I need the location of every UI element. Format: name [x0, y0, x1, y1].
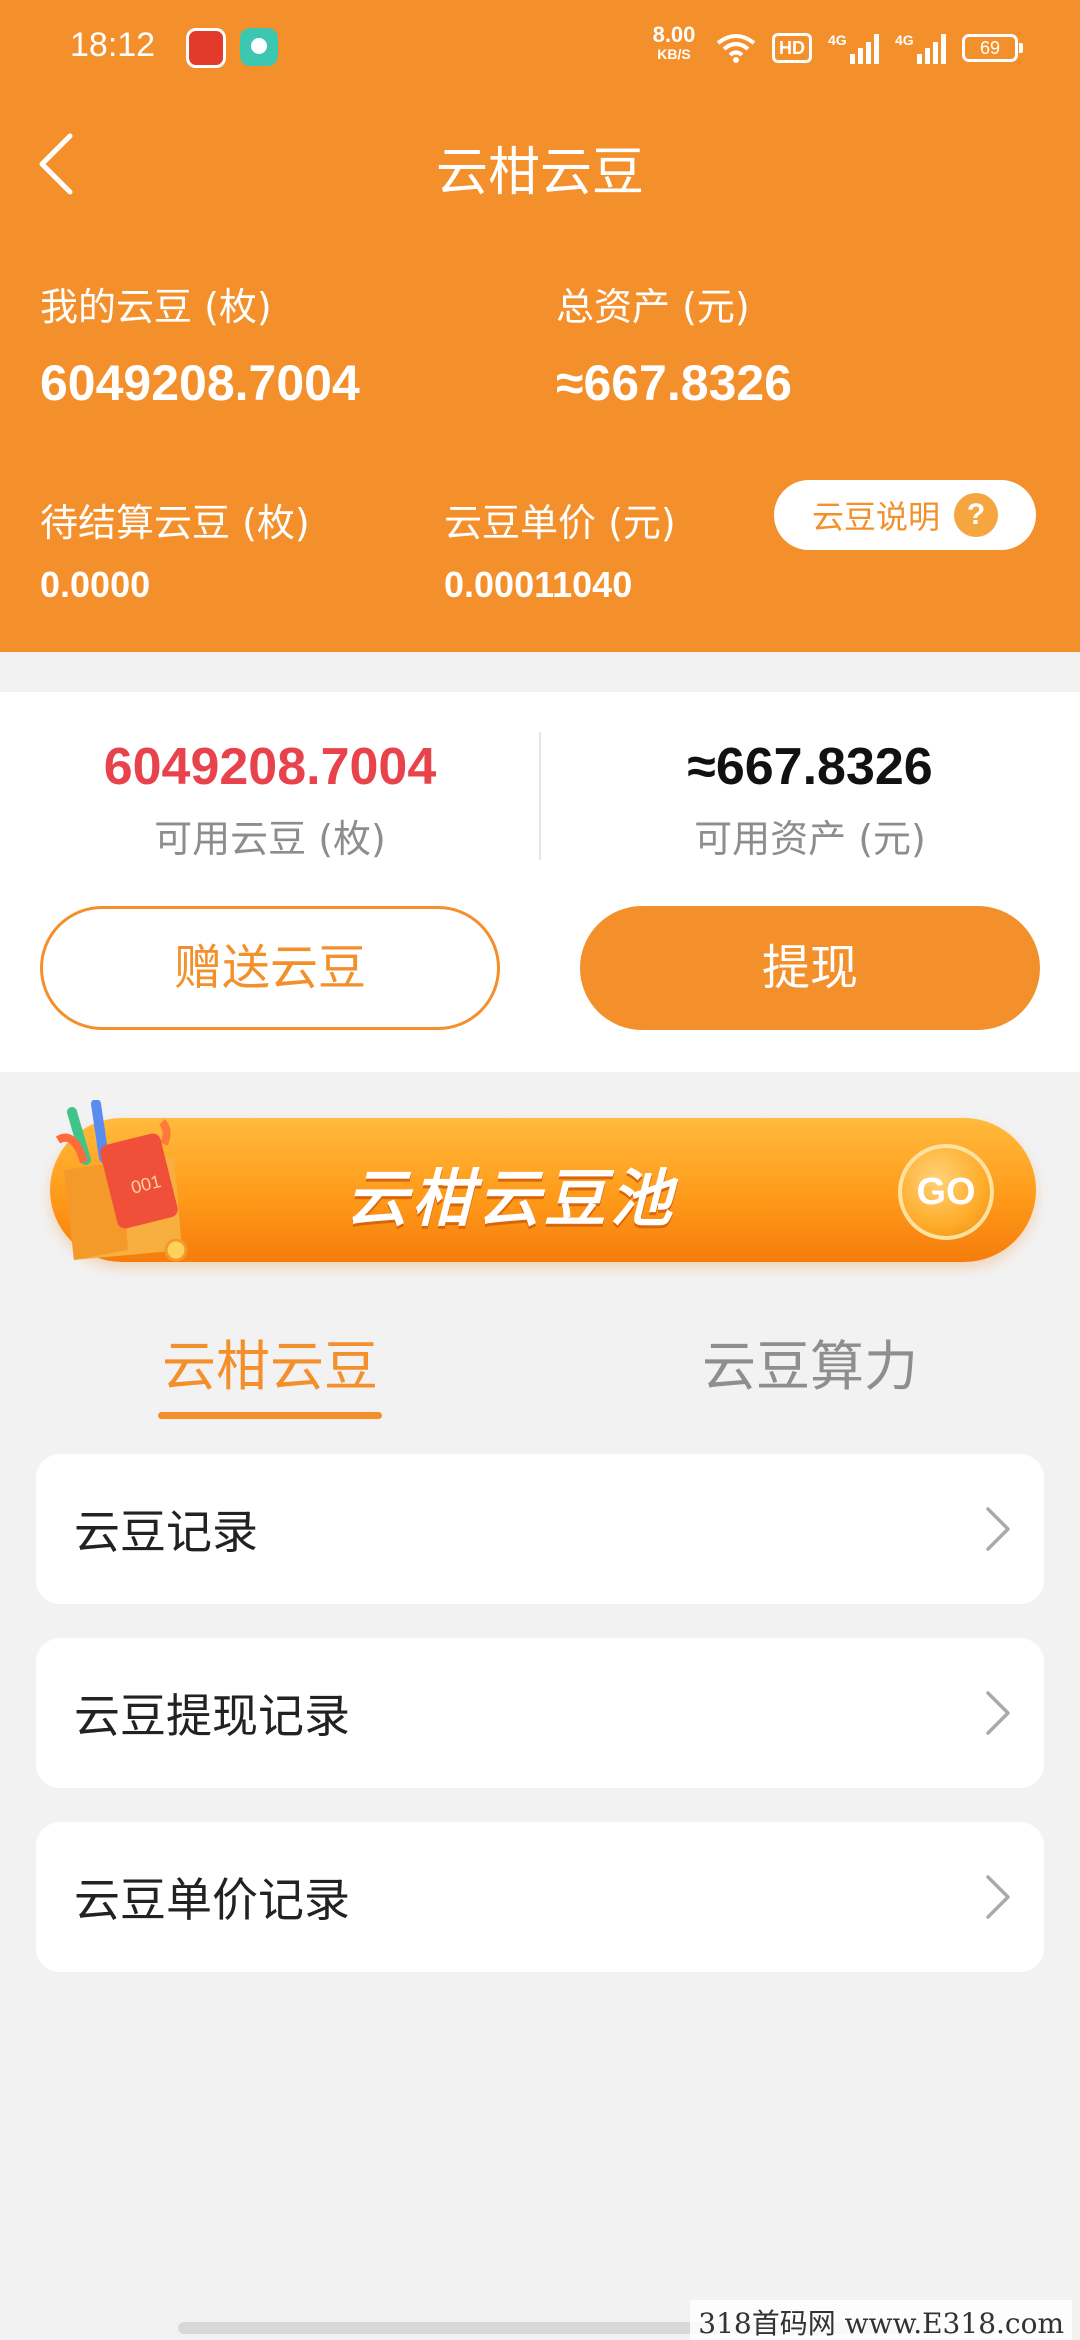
bean-explain-button[interactable]: 云豆说明 ?: [774, 480, 1036, 550]
available-beans-label: 可用云豆 (枚): [154, 817, 386, 861]
signal-type-1: 4G: [828, 32, 847, 48]
status-icons: HD 4G 4G 69: [716, 28, 1023, 68]
unit-price-value: 0.00011040: [444, 564, 633, 605]
gift-box-icon: 001: [55, 1100, 188, 1262]
wifi-icon: [716, 34, 756, 63]
active-tab-indicator: [158, 1412, 382, 1419]
available-beans-value: 6049208.7004: [103, 738, 437, 796]
list-item-unit-price-records[interactable]: 云豆单价记录: [36, 1822, 1044, 1972]
my-beans-value: 6049208.7004: [40, 355, 360, 411]
help-icon: ?: [954, 493, 998, 537]
hd-voice-badge: HD: [772, 33, 812, 63]
my-beans-label: 我的云豆 (枚): [40, 285, 272, 329]
withdraw-button[interactable]: 提现: [580, 906, 1040, 1030]
go-button[interactable]: GO: [898, 1144, 994, 1240]
available-assets-value: ≈667.8326: [687, 738, 933, 796]
page-title: 云柑云豆: [435, 143, 644, 203]
list-item-withdraw-records[interactable]: 云豆提现记录: [36, 1638, 1044, 1788]
battery-icon: 69: [962, 34, 1023, 62]
status-time: 18:12: [70, 26, 156, 64]
notification-app-icon: [186, 28, 226, 68]
total-assets-value: ≈667.8326: [556, 355, 792, 411]
unit-price-label: 云豆单价 (元): [444, 501, 676, 545]
tab-yungan-beans[interactable]: 云柑云豆: [120, 1322, 420, 1401]
available-beans: 6049208.7004 可用云豆 (枚): [0, 732, 540, 863]
status-bar: 18:12 8.00 KB/S HD 4G 4G 69: [0, 0, 1080, 96]
bean-pool-banner[interactable]: 001 云柑云豆池 GO: [50, 1100, 1036, 1262]
chevron-right-icon: [986, 1875, 1010, 1919]
available-balance-card: 6049208.7004 可用云豆 (枚) ≈667.8326 可用资产 (元)…: [0, 692, 1080, 1072]
watermark: 318首码网 www.E318.com: [690, 2300, 1072, 2340]
list-item-label: 云豆单价记录: [74, 1873, 350, 1927]
chevron-right-icon: [986, 1507, 1010, 1551]
signal-type-2: 4G: [895, 32, 914, 48]
total-assets-label: 总资产 (元): [556, 285, 750, 329]
list-item-label: 云豆提现记录: [74, 1689, 350, 1743]
available-assets: ≈667.8326 可用资产 (元): [540, 732, 1080, 863]
network-speed: 8.00 KB/S: [646, 22, 702, 63]
signal-icon-2: 4G: [895, 32, 946, 64]
notification-chat-icon: [240, 28, 278, 66]
bean-explain-label: 云豆说明: [811, 498, 940, 536]
gift-beans-button[interactable]: 赠送云豆: [40, 906, 500, 1030]
signal-icon-1: 4G: [828, 32, 879, 64]
pending-beans-value: 0.0000: [40, 564, 151, 605]
tab-bean-computing-power[interactable]: 云豆算力: [660, 1322, 960, 1401]
network-speed-value: 8.00: [652, 22, 696, 47]
available-assets-label: 可用资产 (元): [694, 817, 926, 861]
list-item-bean-records[interactable]: 云豆记录: [36, 1454, 1044, 1604]
list-item-label: 云豆记录: [74, 1505, 258, 1559]
pending-beans-label: 待结算云豆 (枚): [40, 501, 310, 545]
bean-pool-title: 云柑云豆池: [346, 1162, 677, 1235]
header: 18:12 8.00 KB/S HD 4G 4G 69 云柑云豆 我的云豆 (枚…: [0, 0, 1080, 652]
chevron-right-icon: [986, 1691, 1010, 1735]
network-speed-unit: KB/S: [657, 46, 691, 62]
